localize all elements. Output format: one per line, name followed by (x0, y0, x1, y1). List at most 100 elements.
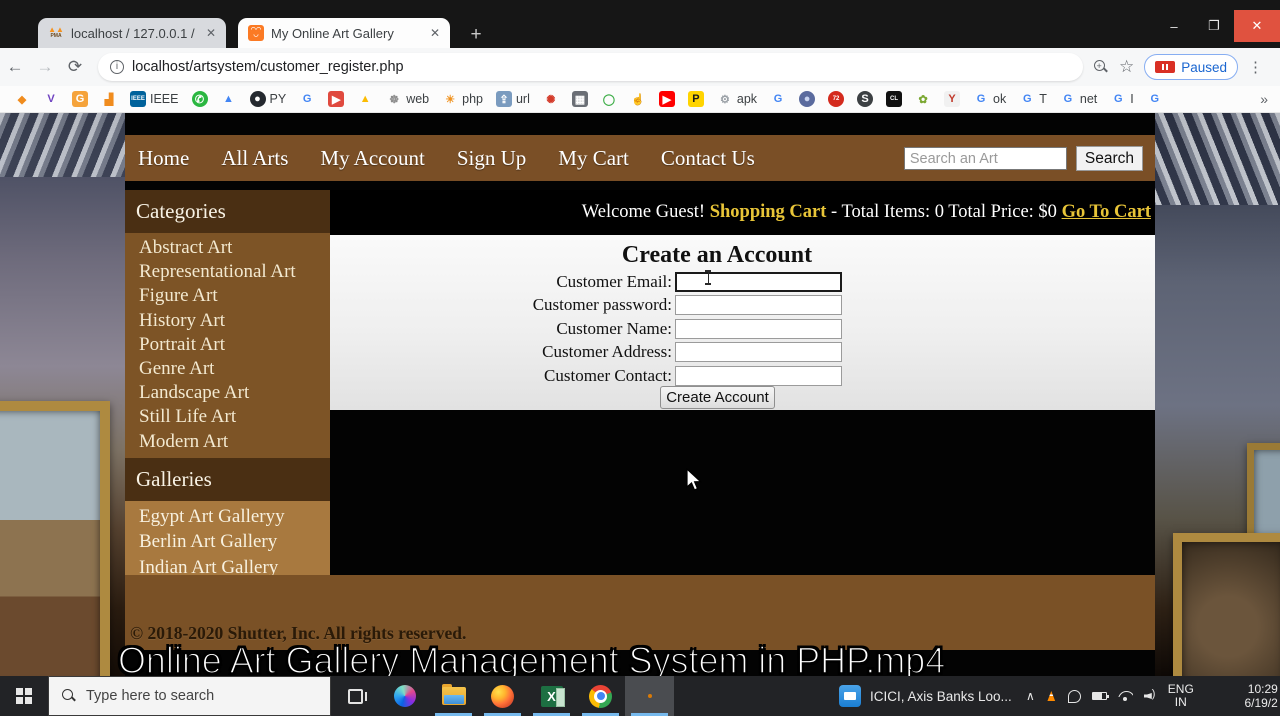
bookmark-26[interactable]: CL (886, 91, 902, 107)
go-to-cart-link[interactable]: Go To Cart (1062, 202, 1151, 223)
wifi-icon[interactable] (1118, 691, 1133, 702)
bookmark-12[interactable]: ☸web (386, 91, 429, 107)
nav-item-all-arts[interactable]: All Arts (221, 146, 288, 171)
category-item[interactable]: Landscape Art (125, 381, 330, 405)
nav-item-home[interactable]: Home (138, 146, 189, 171)
input-customer-password[interactable] (675, 295, 842, 315)
taskbar-app-chrome[interactable] (576, 676, 625, 716)
category-item[interactable]: Figure Art (125, 284, 330, 308)
tray-chevron-icon[interactable]: ∧ (1026, 689, 1035, 703)
zoom-icon[interactable]: + (1093, 59, 1109, 75)
start-button[interactable] (0, 676, 48, 716)
bookmark-14[interactable]: ⇪url (496, 91, 530, 107)
bookmark-18[interactable]: ☝ (630, 91, 646, 107)
tab-phpmyadmin[interactable]: ▲▲PMA localhost / 127.0.0.1 / project / … (38, 18, 226, 48)
restore-button[interactable]: ❐ (1194, 10, 1234, 42)
form-row: Customer Contact: (330, 365, 1155, 387)
bookmark-11[interactable]: ▲ (357, 91, 373, 107)
bookmark-star-icon[interactable]: ☆ (1119, 57, 1134, 77)
bookmark-30[interactable]: GT (1019, 91, 1047, 107)
bookmark-6[interactable]: ✆ (192, 91, 208, 107)
bookmark-favicon: ▶ (328, 91, 344, 107)
bookmark-17[interactable]: ◯ (601, 91, 617, 107)
bookmark-16[interactable]: ▦ (572, 91, 588, 107)
form-row: Customer Address: (330, 341, 1155, 363)
bookmark-4[interactable]: ▟ (101, 91, 117, 107)
category-item[interactable]: Modern Art (125, 430, 330, 454)
bookmark-5[interactable]: IEEEIEEE (130, 91, 179, 107)
bookmark-9[interactable]: G (299, 91, 315, 107)
volume-icon[interactable] (1144, 690, 1158, 702)
input-customer-contact[interactable] (675, 366, 842, 386)
category-item[interactable]: Abstract Art (125, 236, 330, 260)
bookmark-29[interactable]: Gok (973, 91, 1006, 107)
bookmark-23[interactable]: ● (799, 91, 815, 107)
vlc-tray-icon[interactable] (1046, 691, 1057, 701)
bookmark-31[interactable]: Gnet (1060, 91, 1097, 107)
bookmark-10[interactable]: ▶ (328, 91, 344, 107)
bookmark-1[interactable]: ◆ (14, 91, 30, 107)
create-account-button[interactable]: Create Account (660, 386, 775, 409)
bookmark-3[interactable]: G (72, 91, 88, 107)
bookmark-28[interactable]: Y (944, 91, 960, 107)
extension-paused-badge[interactable]: Paused (1144, 54, 1238, 80)
taskbar-clock[interactable]: 10:29 6/19/2 (1208, 682, 1278, 710)
reload-icon[interactable]: ⟳ (60, 57, 90, 77)
category-item[interactable]: Still Life Art (125, 405, 330, 429)
taskbar-search[interactable]: Type here to search (48, 676, 331, 716)
bookmark-22[interactable]: G (770, 91, 786, 107)
site-info-icon[interactable]: i (110, 60, 124, 74)
omnibox[interactable]: i (98, 53, 1083, 81)
bookmark-7[interactable]: ▲ (221, 91, 237, 107)
bookmark-33[interactable]: G (1147, 91, 1163, 107)
more-bookmarks-icon[interactable]: » (1260, 91, 1268, 107)
onedrive-tray-icon[interactable] (1068, 690, 1081, 703)
bookmark-25[interactable]: S (857, 91, 873, 107)
news-widget[interactable]: ICICI, Axis Banks Loo... (839, 685, 1014, 707)
battery-icon[interactable] (1092, 692, 1107, 700)
nav-item-my-cart[interactable]: My Cart (558, 146, 629, 171)
bookmark-27[interactable]: ✿ (915, 91, 931, 107)
input-customer-name[interactable] (675, 319, 842, 339)
input-customer-email[interactable] (675, 272, 842, 292)
nav-item-contact-us[interactable]: Contact Us (661, 146, 755, 171)
browser-menu-icon[interactable]: ⋮ (1248, 58, 1263, 76)
art-search-button[interactable]: Search (1076, 146, 1143, 171)
bookmark-favicon: ▶ (659, 91, 675, 107)
category-item[interactable]: History Art (125, 309, 330, 333)
url-input[interactable] (132, 59, 1071, 75)
nav-item-sign-up[interactable]: Sign Up (457, 146, 526, 171)
tab-close-icon[interactable]: ✕ (204, 26, 218, 40)
taskbar-app-vlc[interactable] (625, 676, 674, 716)
tab-close-icon[interactable]: ✕ (428, 26, 442, 40)
category-item[interactable]: Representational Art (125, 260, 330, 284)
input-customer-address[interactable] (675, 342, 842, 362)
bookmark-21[interactable]: ⚙apk (717, 91, 757, 107)
taskbar-app-firefox[interactable] (478, 676, 527, 716)
taskbar-app-task-view[interactable] (331, 676, 380, 716)
bookmark-32[interactable]: GI (1110, 91, 1133, 107)
category-item[interactable]: Genre Art (125, 357, 330, 381)
bookmark-19[interactable]: ▶ (659, 91, 675, 107)
tab-art-gallery[interactable]: ◠◠◡ My Online Art Gallery ✕ (238, 18, 450, 48)
back-icon[interactable]: ← (0, 57, 30, 77)
gallery-item[interactable]: Berlin Art Gallery (125, 529, 330, 555)
bookmark-15[interactable]: ✺ (543, 91, 559, 107)
taskbar-app-file-explorer[interactable] (429, 676, 478, 716)
nav-item-my-account[interactable]: My Account (320, 146, 424, 171)
bookmark-2[interactable]: V (43, 91, 59, 107)
taskbar-app-excel[interactable]: X (527, 676, 576, 716)
gallery-item[interactable]: Egypt Art Galleryy (125, 504, 330, 530)
close-button[interactable]: ✕ (1234, 10, 1280, 42)
language-indicator[interactable]: ENG IN (1168, 683, 1194, 709)
forward-icon[interactable]: → (30, 57, 60, 77)
minimize-button[interactable]: – (1154, 10, 1194, 42)
art-search-input[interactable] (904, 147, 1067, 170)
bookmark-20[interactable]: P (688, 91, 704, 107)
bookmark-8[interactable]: ●PY (250, 91, 287, 107)
bookmark-24[interactable]: 72 (828, 91, 844, 107)
bookmark-13[interactable]: ☀php (442, 91, 483, 107)
category-item[interactable]: Portrait Art (125, 333, 330, 357)
taskbar-app-copilot[interactable] (380, 676, 429, 716)
new-tab-button[interactable]: + (462, 22, 490, 48)
